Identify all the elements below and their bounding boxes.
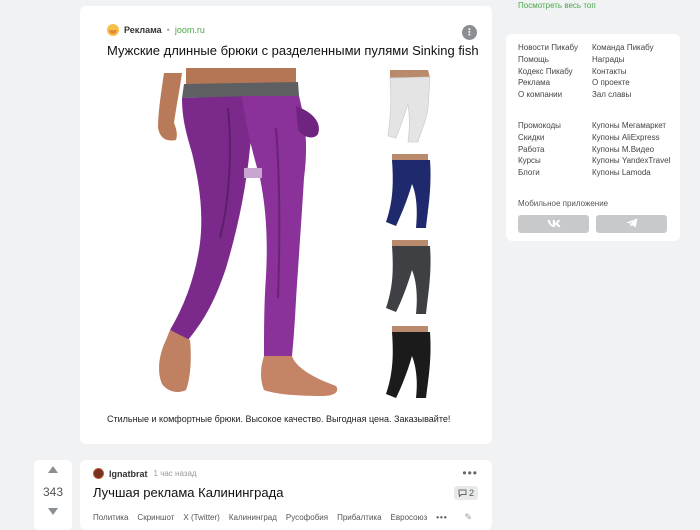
link-discounts[interactable]: Скидки [518,132,561,144]
ad-card: Реклама • joom.ru ⋮ Мужские длинные брюк… [80,6,492,444]
vote-count: 343 [42,485,64,499]
tag-item[interactable]: Политика [93,513,128,522]
ad-description: Стильные и комфортные брюки. Высокое кач… [107,414,451,424]
tag-item[interactable]: Скриншот [137,513,174,522]
variant-gray[interactable] [382,238,432,316]
variant-navy[interactable] [382,152,432,230]
comment-icon [458,489,467,497]
variant-white[interactable] [382,68,432,144]
vk-app-button[interactable] [518,215,589,233]
link-advertising[interactable]: Реклама [518,77,578,89]
post-tags: Политика Скриншот X (Twitter) Калинингра… [93,513,457,522]
avatar[interactable] [93,468,104,479]
post-time: 1 час назад [153,469,197,478]
link-coupons-megamarket[interactable]: Купоны Мегамаркет [592,120,670,132]
vote-panel: 343 [34,460,72,530]
ad-title[interactable]: Мужские длинные брюки с разделенными пул… [107,43,479,58]
ad-product-image[interactable] [146,68,450,402]
telegram-app-button[interactable] [596,215,667,233]
joom-logo-icon [107,24,119,36]
link-pikabu-code[interactable]: Кодекс Пикабу [518,66,578,78]
comments-count: 2 [468,488,474,498]
more-vertical-icon[interactable]: ⋮ [462,25,477,40]
link-about-project[interactable]: О проекте [592,77,654,89]
post-more-icon[interactable]: ••• [462,466,478,480]
sidebar-links-col-4: Купоны Мегамаркет Купоны AliExpress Купо… [592,120,670,179]
link-awards[interactable]: Награды [592,54,654,66]
mobile-app-label: Мобильное приложение [518,199,609,208]
link-coupons-mvideo[interactable]: Купоны М.Видео [592,144,670,156]
telegram-icon [626,218,637,228]
link-blogs[interactable]: Блоги [518,167,561,179]
sidebar-links-col-3: Промокоды Скидки Работа Курсы Блоги [518,120,561,179]
author-name[interactable]: Ignatbrat [109,469,148,479]
sidebar-links-col-2: Команда Пикабу Награды Контакты О проект… [592,42,654,101]
sidebar-links-card: Новости Пикабу Помощь Кодекс Пикабу Рекл… [506,34,680,241]
link-courses[interactable]: Курсы [518,155,561,167]
link-jobs[interactable]: Работа [518,144,561,156]
link-hall-of-fame[interactable]: Зал славы [592,89,654,101]
post-card: Ignatbrat 1 час назад ••• Лучшая реклама… [80,460,492,530]
ad-domain-link[interactable]: joom.ru [175,25,205,35]
link-coupons-aliexpress[interactable]: Купоны AliExpress [592,132,670,144]
tag-item[interactable]: Прибалтика [337,513,381,522]
sidebar-links-col-1: Новости Пикабу Помощь Кодекс Пикабу Рекл… [518,42,578,101]
post-author-row: Ignatbrat 1 час назад [93,468,197,479]
downvote-arrow-icon[interactable] [48,508,58,515]
vk-icon [547,219,560,227]
tag-item[interactable]: Калининград [229,513,277,522]
link-pikabu-news[interactable]: Новости Пикабу [518,42,578,54]
link-help[interactable]: Помощь [518,54,578,66]
tag-item[interactable]: X (Twitter) [183,513,219,522]
upvote-arrow-icon[interactable] [48,466,58,473]
tag-item[interactable]: Евросоюз [391,513,428,522]
link-contacts[interactable]: Контакты [592,66,654,78]
variant-black[interactable] [382,324,432,400]
link-coupons-yandextravel[interactable]: Купоны YandexTravel [592,155,670,167]
comments-button[interactable]: 2 [454,486,478,500]
link-promocodes[interactable]: Промокоды [518,120,561,132]
ad-separator: • [166,25,170,35]
post-title[interactable]: Лучшая реклама Калининграда [93,485,283,500]
tags-more-icon[interactable]: ••• [436,513,447,522]
see-all-top-link[interactable]: Посмотреть весь топ [518,1,596,10]
link-about-company[interactable]: О компании [518,89,578,101]
ad-header: Реклама • joom.ru [107,24,205,36]
pencil-icon[interactable]: ✎ [464,512,472,523]
tag-item[interactable]: Русофобия [286,513,328,522]
link-coupons-lamoda[interactable]: Купоны Lamoda [592,167,670,179]
link-pikabu-team[interactable]: Команда Пикабу [592,42,654,54]
ad-label: Реклама [124,25,162,35]
